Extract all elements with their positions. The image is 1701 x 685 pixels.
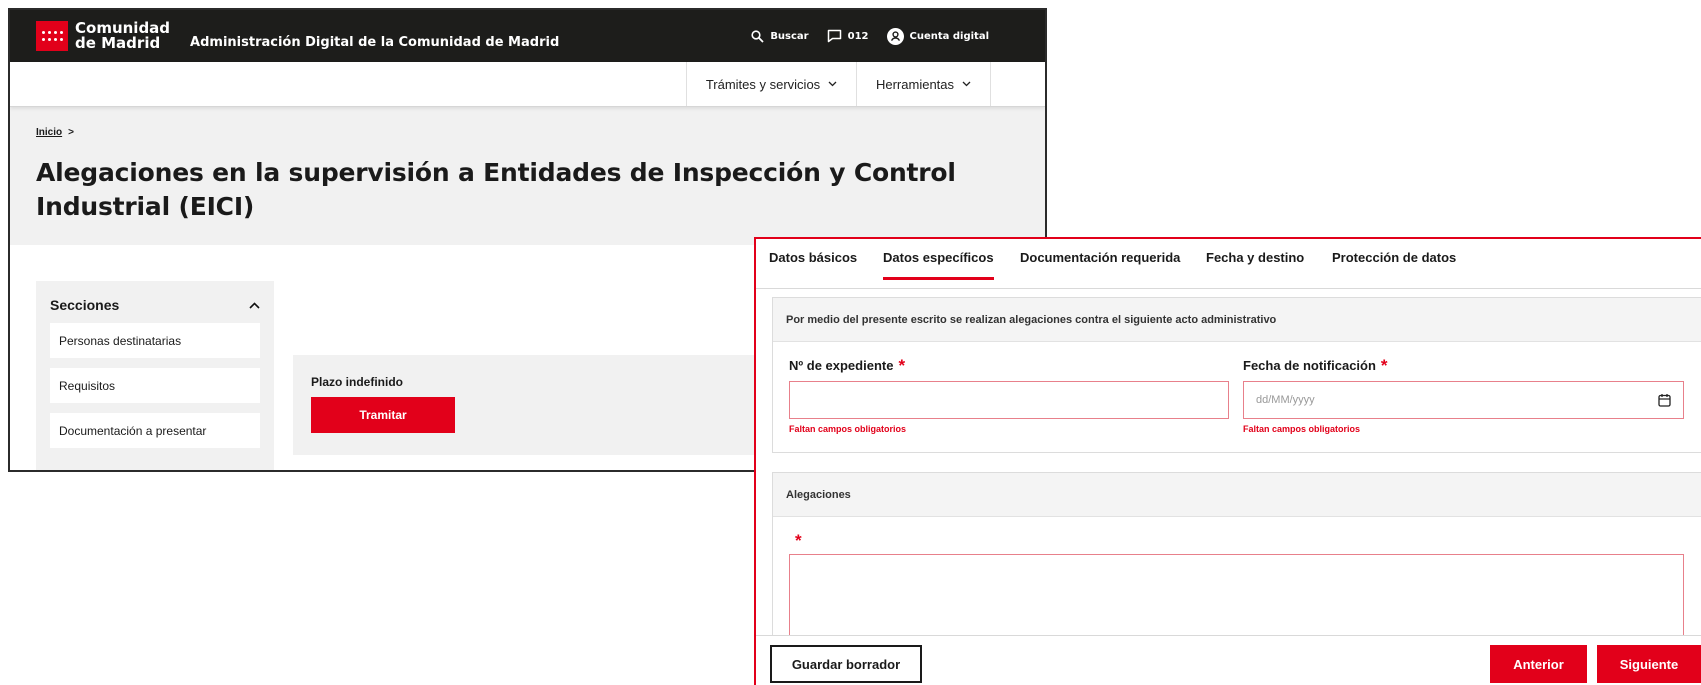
administrative-act-panel: Por medio del presente escrito se realiz… [772,297,1701,453]
section-item-requisitos[interactable]: Requisitos [50,368,260,403]
top-navigation-bar: Comunidad de Madrid Administración Digit… [10,10,1045,62]
administrative-act-heading: Por medio del presente escrito se realiz… [773,298,1701,342]
tab-label: Documentación requerida [1020,250,1181,265]
application-form-window: Datos básicos Datos específicos Document… [754,237,1701,685]
breadcrumb: Inicio > [36,127,1019,138]
calendar-icon[interactable] [1658,393,1671,407]
expediente-input[interactable] [789,381,1229,419]
digital-account-button[interactable]: Cuenta digital [886,27,990,45]
tab-datos-especificos[interactable]: Datos específicos [883,250,994,280]
tramitar-button[interactable]: Tramitar [311,397,455,433]
tab-label: Datos básicos [769,250,858,265]
required-asterisk: * [898,355,906,375]
tab-label: Datos específicos [883,250,994,265]
search-label: Buscar [770,30,809,42]
section-item-personas-destinatarias[interactable]: Personas destinatarias [50,323,260,358]
save-draft-button[interactable]: Guardar borrador [770,645,922,683]
expediente-label: Nº de expediente * [789,355,906,375]
chevron-up-icon [249,301,260,309]
chat-bubble-icon [827,29,841,43]
tab-proteccion-datos[interactable]: Protección de datos [1332,250,1456,265]
tab-documentacion-requerida[interactable]: Documentación requerida [1020,250,1180,265]
previous-button[interactable]: Anterior [1490,645,1587,683]
breadcrumb-home-link[interactable]: Inicio [36,127,62,138]
phone-012-button[interactable]: 012 [827,29,869,43]
top-actions: Buscar 012 Cuenta digital [751,10,989,62]
logo-text[interactable]: Comunidad de Madrid [75,21,170,51]
user-account-icon [886,27,904,45]
breadcrumb-separator: > [68,127,74,138]
fecha-placeholder: dd/MM/yyyy [1256,394,1315,406]
fecha-label-text: Fecha de notificación [1243,358,1376,373]
menu-tramites-label: Trámites y servicios [705,76,821,92]
main-menu-bar: Trámites y servicios Herramientas [10,62,1045,107]
alegaciones-heading: Alegaciones [773,473,1701,517]
sections-sidebar: Secciones Personas destinatarias Requisi… [36,281,274,470]
chevron-down-icon [962,81,971,87]
account-label: Cuenta digital [909,30,990,42]
section-item-documentacion[interactable]: Documentación a presentar [50,413,260,448]
expediente-error: Faltan campos obligatorios [789,424,907,434]
expediente-label-text: Nº de expediente [789,358,894,373]
logo-line-2: de Madrid [75,34,161,52]
alegaciones-required-label: * [795,531,802,550]
form-footer: Guardar borrador Anterior Siguiente [756,635,1701,685]
search-icon [751,29,764,43]
required-asterisk: * [795,531,802,550]
admin-title: Administración Digital de la Comunidad d… [190,34,560,50]
tab-fecha-destino[interactable]: Fecha y destino [1206,250,1304,265]
active-tab-indicator [883,277,994,280]
tab-label: Protección de datos [1332,250,1457,265]
chevron-down-icon [828,81,837,87]
search-button[interactable]: Buscar [751,29,809,43]
fecha-error: Faltan campos obligatorios [1243,424,1361,434]
menu-herramientas-label: Herramientas [875,76,955,92]
alegaciones-panel: Alegaciones * [772,472,1701,674]
sections-header[interactable]: Secciones [50,295,260,315]
tab-datos-basicos[interactable]: Datos básicos [769,250,857,265]
tab-label: Fecha y destino [1206,250,1305,265]
screenshot-stage: Comunidad de Madrid Administración Digit… [0,0,1701,685]
next-button[interactable]: Siguiente [1597,645,1701,683]
form-tabs: Datos básicos Datos específicos Document… [756,239,1701,289]
menu-tramites-servicios[interactable]: Trámites y servicios [686,62,856,106]
fecha-label: Fecha de notificación * [1243,355,1388,375]
madrid-flag-logo-icon[interactable] [36,21,68,51]
sections-title: Secciones [50,297,120,313]
required-asterisk: * [1380,355,1388,375]
page-title: Alegaciones en la supervisión a Entidade… [36,158,956,221]
fecha-notificacion-input[interactable]: dd/MM/yyyy [1243,381,1684,419]
page-header: Inicio > Alegaciones en la supervisión a… [10,107,1045,245]
menu-herramientas[interactable]: Herramientas [856,62,991,106]
phone-label: 012 [847,30,869,42]
